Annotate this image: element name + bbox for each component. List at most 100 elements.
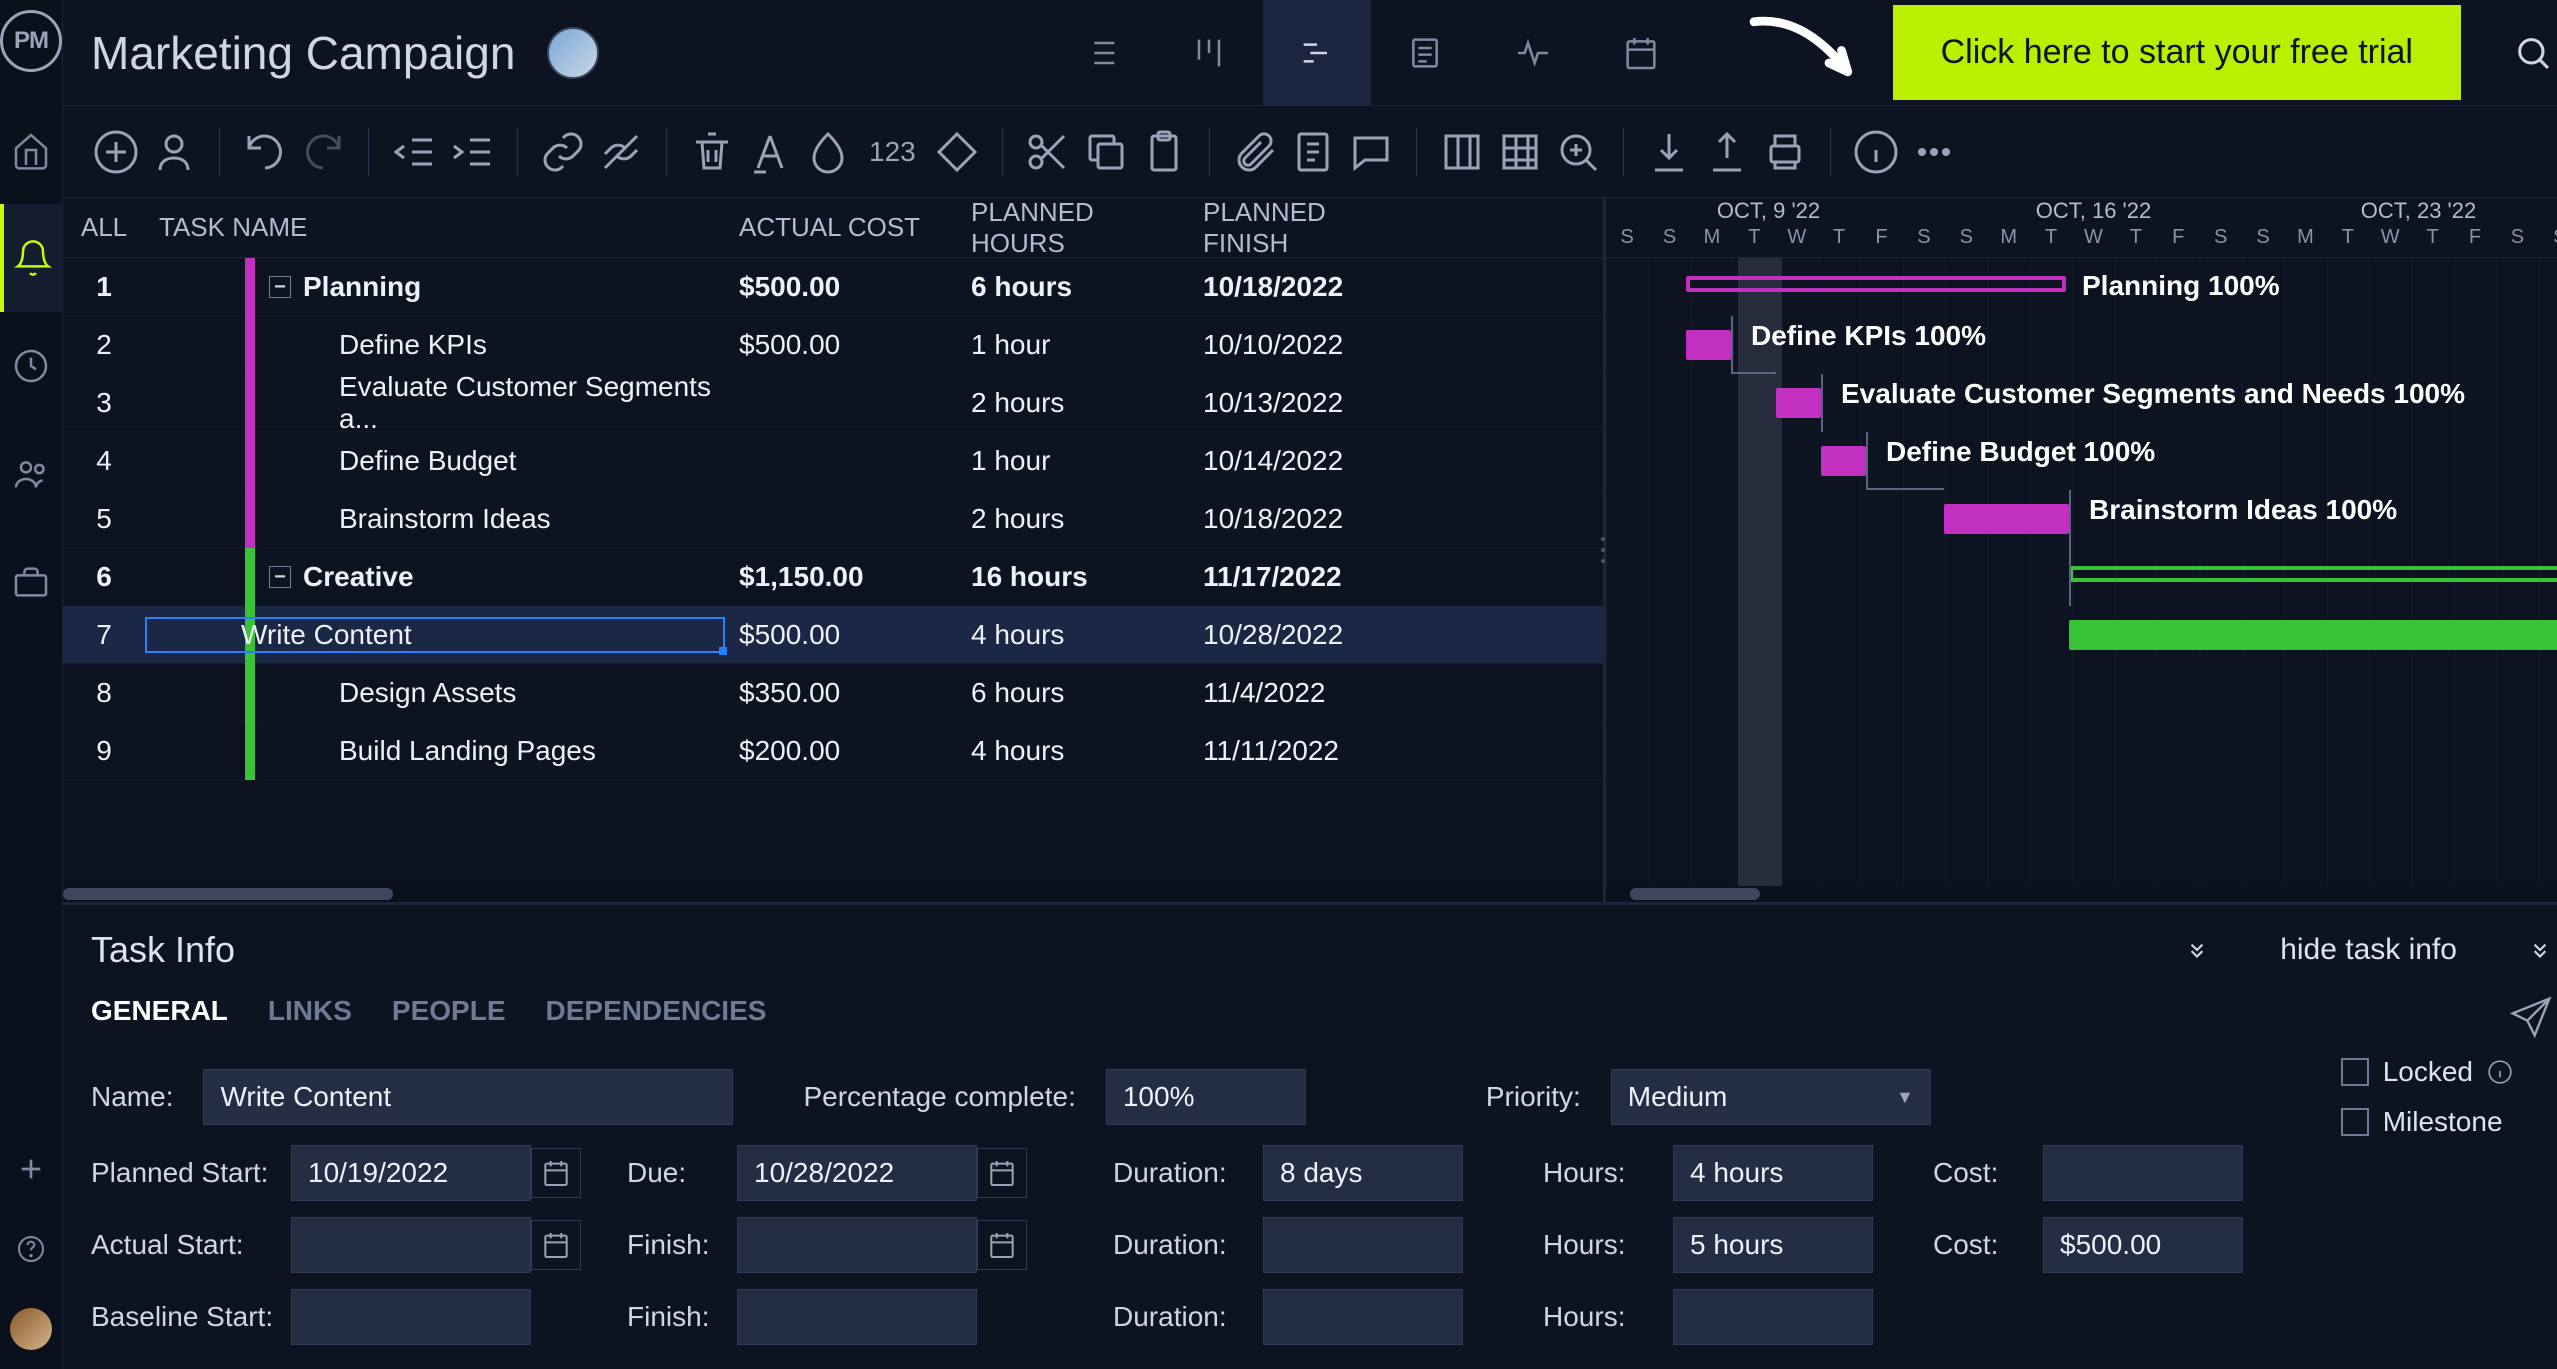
- table-row[interactable]: 7 Write Content $500.00 4 hours 10/28/20…: [63, 606, 1603, 664]
- nav-notifications[interactable]: [0, 204, 62, 312]
- tool-copy[interactable]: [1081, 127, 1131, 177]
- tool-add[interactable]: [91, 127, 141, 177]
- gantt-bar[interactable]: Define Budget 100%: [1821, 446, 1866, 476]
- tool-export[interactable]: [1702, 127, 1752, 177]
- view-calendar[interactable]: [1587, 0, 1695, 106]
- input-duration-b[interactable]: [1263, 1289, 1463, 1345]
- tool-milestone[interactable]: [932, 127, 982, 177]
- tool-assign[interactable]: [149, 127, 199, 177]
- cal-due[interactable]: [977, 1148, 1027, 1198]
- gantt-body[interactable]: Planning 100%Define KPIs 100%Evaluate Cu…: [1606, 258, 2557, 886]
- tool-indent[interactable]: [447, 127, 497, 177]
- input-cost-a[interactable]: $500.00: [2043, 1217, 2243, 1273]
- collapse-toggle[interactable]: −: [269, 276, 291, 298]
- tool-color[interactable]: [803, 127, 853, 177]
- input-planned-start[interactable]: 10/19/2022: [291, 1145, 531, 1201]
- tool-redo[interactable]: [298, 127, 348, 177]
- tool-comments[interactable]: [1346, 127, 1396, 177]
- tool-attachment[interactable]: [1230, 127, 1280, 177]
- grid-horizontal-scrollbar[interactable]: [63, 886, 1603, 902]
- input-due[interactable]: 10/28/2022: [737, 1145, 977, 1201]
- send-button[interactable]: [2509, 995, 2553, 1039]
- nav-recent[interactable]: [0, 312, 62, 420]
- gantt-bar[interactable]: Planning 100%: [1686, 276, 2066, 292]
- tool-cut[interactable]: [1023, 127, 1073, 177]
- tool-info[interactable]: [1851, 127, 1901, 177]
- tool-zoom[interactable]: [1553, 127, 1603, 177]
- nav-team[interactable]: [0, 420, 62, 528]
- table-row[interactable]: 3 Evaluate Customer Segments a... 2 hour…: [63, 374, 1603, 432]
- tool-unlink[interactable]: [596, 127, 646, 177]
- hide-task-info-label[interactable]: hide task info: [2280, 933, 2457, 967]
- project-avatar[interactable]: [547, 27, 599, 79]
- tool-text-style[interactable]: [745, 127, 795, 177]
- collapse-toggle[interactable]: −: [269, 566, 291, 588]
- input-duration-a[interactable]: [1263, 1217, 1463, 1273]
- tool-paste[interactable]: [1139, 127, 1189, 177]
- nav-user-avatar[interactable]: [0, 1289, 62, 1369]
- tool-import[interactable]: [1644, 127, 1694, 177]
- cal-actual-start[interactable]: [531, 1220, 581, 1270]
- input-hours-p[interactable]: 4 hours: [1673, 1145, 1873, 1201]
- view-sheet[interactable]: [1371, 0, 1479, 106]
- table-row[interactable]: 5 Brainstorm Ideas 2 hours 10/18/2022: [63, 490, 1603, 548]
- col-actual-cost[interactable]: ACTUAL COST: [725, 212, 957, 243]
- input-finish-b[interactable]: [737, 1289, 977, 1345]
- tool-notes[interactable]: [1288, 127, 1338, 177]
- input-actual-start[interactable]: [291, 1217, 531, 1273]
- tool-outdent[interactable]: [389, 127, 439, 177]
- cal-planned-start[interactable]: [531, 1148, 581, 1198]
- tool-columns[interactable]: [1437, 127, 1487, 177]
- view-dashboard[interactable]: [1479, 0, 1587, 106]
- input-name[interactable]: Write Content: [203, 1069, 733, 1125]
- tab-dependencies[interactable]: DEPENDENCIES: [546, 995, 767, 1039]
- gantt-bar[interactable]: Brainstorm Ideas 100%: [1944, 504, 2069, 534]
- tab-links[interactable]: LINKS: [268, 995, 352, 1039]
- tab-general[interactable]: GENERAL: [91, 995, 228, 1039]
- table-row[interactable]: 4 Define Budget 1 hour 10/14/2022: [63, 432, 1603, 490]
- cal-finish-a[interactable]: [977, 1220, 1027, 1270]
- nav-home[interactable]: [0, 96, 62, 204]
- gantt-bar[interactable]: [2069, 566, 2557, 582]
- input-hours-a[interactable]: 5 hours: [1673, 1217, 1873, 1273]
- nav-help[interactable]: [0, 1209, 62, 1289]
- table-row[interactable]: 2 Define KPIs $500.00 1 hour 10/10/2022: [63, 316, 1603, 374]
- tool-print[interactable]: [1760, 127, 1810, 177]
- search-button[interactable]: [2513, 33, 2553, 73]
- checkbox-locked[interactable]: Locked: [2341, 1056, 2513, 1088]
- table-row[interactable]: 1 −Planning $500.00 6 hours 10/18/2022: [63, 258, 1603, 316]
- view-board[interactable]: [1155, 0, 1263, 106]
- free-trial-button[interactable]: Click here to start your free trial: [1893, 5, 2461, 100]
- tool-percent[interactable]: 123: [861, 127, 924, 177]
- input-cost-p[interactable]: [2043, 1145, 2243, 1201]
- col-all[interactable]: ALL: [63, 212, 145, 243]
- view-list[interactable]: [1047, 0, 1155, 106]
- table-row[interactable]: 8 Design Assets $350.00 6 hours 11/4/202…: [63, 664, 1603, 722]
- checkbox-milestone[interactable]: Milestone: [2341, 1106, 2513, 1138]
- tool-grid[interactable]: [1495, 127, 1545, 177]
- tool-more[interactable]: [1909, 127, 1959, 177]
- input-hours-b[interactable]: [1673, 1289, 1873, 1345]
- col-task-name[interactable]: TASK NAME: [145, 212, 725, 243]
- app-logo[interactable]: PM: [0, 10, 62, 72]
- tool-undo[interactable]: [240, 127, 290, 177]
- input-duration-p[interactable]: 8 days: [1263, 1145, 1463, 1201]
- input-pct[interactable]: 100%: [1106, 1069, 1306, 1125]
- input-finish-a[interactable]: [737, 1217, 977, 1273]
- tool-link[interactable]: [538, 127, 588, 177]
- table-row[interactable]: 9 Build Landing Pages $200.00 4 hours 11…: [63, 722, 1603, 780]
- view-gantt[interactable]: [1263, 0, 1371, 106]
- tool-delete[interactable]: [687, 127, 737, 177]
- col-planned-finish[interactable]: PLANNED FINISH: [1189, 198, 1421, 259]
- tab-people[interactable]: PEOPLE: [392, 995, 506, 1039]
- nav-add[interactable]: [0, 1129, 62, 1209]
- gantt-horizontal-scrollbar[interactable]: [1606, 886, 2557, 902]
- select-priority[interactable]: Medium ▼: [1611, 1069, 1931, 1125]
- table-row[interactable]: 6 −Creative $1,150.00 16 hours 11/17/202…: [63, 548, 1603, 606]
- gantt-bar[interactable]: Writ: [2069, 620, 2557, 650]
- input-baseline-start[interactable]: [291, 1289, 531, 1345]
- gantt-bar[interactable]: Define KPIs 100%: [1686, 330, 1731, 360]
- col-planned-hours[interactable]: PLANNED HOURS: [957, 198, 1189, 259]
- collapse-down-button[interactable]: [2184, 937, 2210, 963]
- collapse-down-button-2[interactable]: [2527, 937, 2553, 963]
